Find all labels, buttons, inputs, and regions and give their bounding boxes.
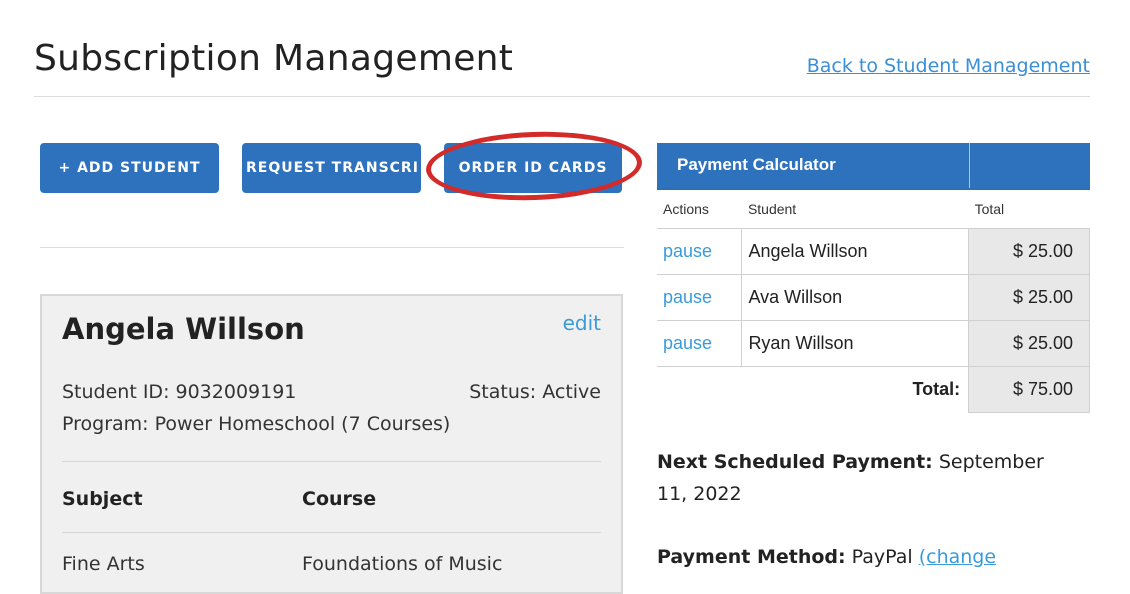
table-row: pause Ava Willson $ 25.00 — [657, 274, 1090, 321]
total-cell: $ 25.00 — [968, 228, 1090, 275]
table-row: pause Ryan Willson $ 25.00 — [657, 320, 1090, 367]
section-divider — [40, 247, 624, 248]
student-card: Angela Willson edit Student ID: 90320091… — [40, 294, 623, 594]
payment-table-header-row: Actions Student Total — [657, 190, 1090, 229]
payment-method-value: PayPal — [845, 546, 919, 568]
pause-link[interactable]: pause — [657, 320, 743, 367]
order-id-cards-button[interactable]: ORDER ID CARDS — [444, 143, 622, 193]
header-divider — [34, 96, 1090, 97]
change-payment-method-link[interactable]: (change — [919, 546, 996, 568]
course-cell: Foundations of Music — [302, 553, 503, 575]
payment-calculator: Payment Calculator Actions Student Total… — [657, 143, 1090, 413]
student-status: Status: Active — [469, 381, 601, 403]
student-column-header: Student — [747, 201, 797, 217]
pause-link[interactable]: pause — [657, 228, 743, 275]
pause-link[interactable]: pause — [657, 274, 743, 321]
request-transcript-button[interactable]: REQUEST TRANSCRI — [242, 143, 421, 193]
student-cell: Angela Willson — [741, 228, 970, 275]
subject-column-header: Subject — [62, 488, 143, 510]
student-cell: Ryan Willson — [741, 320, 970, 367]
total-cell: $ 25.00 — [968, 274, 1090, 321]
card-table-divider — [62, 532, 601, 533]
student-cell: Ava Willson — [741, 274, 970, 321]
header-separator — [969, 143, 970, 188]
table-row: pause Angela Willson $ 25.00 — [657, 228, 1090, 275]
table-total-row: Total: $ 75.00 — [657, 366, 1090, 413]
total-column-header: Total — [974, 201, 1005, 217]
payment-calculator-header: Payment Calculator — [657, 143, 1090, 190]
student-program: Program: Power Homeschool (7 Courses) — [62, 413, 451, 435]
subject-cell: Fine Arts — [62, 553, 145, 575]
total-cell: $ 25.00 — [968, 320, 1090, 367]
total-label: Total: — [912, 379, 961, 400]
course-column-header: Course — [302, 488, 377, 510]
student-id: Student ID: 9032009191 — [62, 381, 297, 403]
back-to-student-management-link[interactable]: Back to Student Management — [807, 55, 1090, 77]
payment-calculator-title: Payment Calculator — [677, 155, 836, 174]
grand-total-value: $ 75.00 — [968, 366, 1090, 413]
card-divider — [62, 461, 601, 462]
edit-student-link[interactable]: edit — [563, 311, 601, 335]
next-scheduled-payment: Next Scheduled Payment: September 11, 20… — [657, 446, 1077, 510]
payment-table: Actions Student Total pause Angela Wills… — [657, 190, 1090, 413]
student-name: Angela Willson — [62, 312, 305, 346]
actions-column-header: Actions — [663, 201, 709, 217]
page-title: Subscription Management — [34, 38, 514, 80]
payment-method: Payment Method: PayPal (change — [657, 541, 1077, 573]
payment-method-label: Payment Method: — [657, 546, 846, 568]
add-student-button[interactable]: + ADD STUDENT — [40, 143, 219, 193]
next-payment-label: Next Scheduled Payment: — [657, 451, 933, 473]
